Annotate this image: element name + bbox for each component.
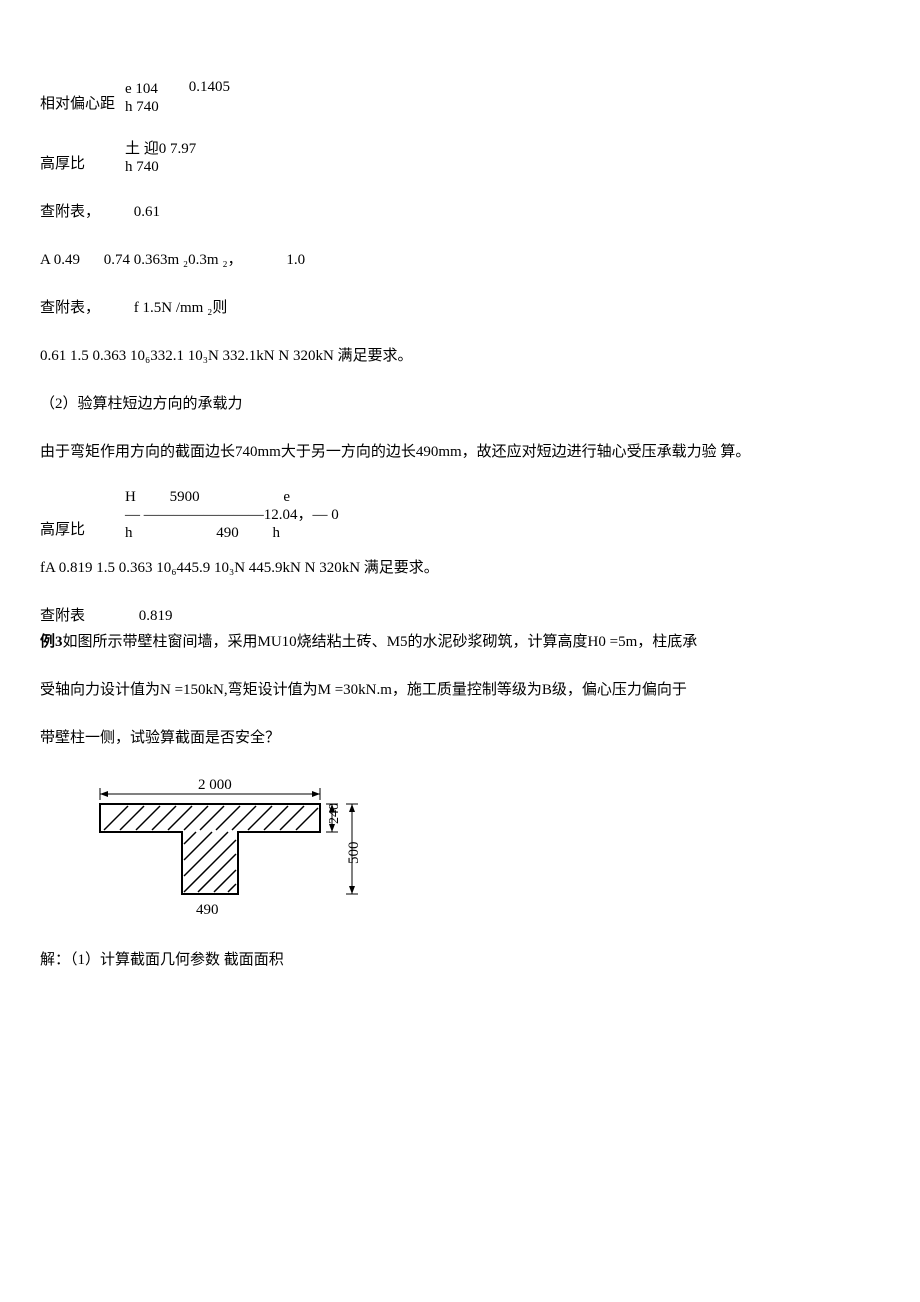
example-3-rest: 如图所示带壁柱窗间墙，采用MU10烧结粘土砖、M5的水泥砂浆砌筑，计算高度H0 … xyxy=(63,634,698,650)
example-3-line-2: 受轴向力设计值为N =150kN,弯矩设计值为M =30kN.m，施工质量控制等… xyxy=(40,678,880,702)
height-thickness-label-2: 高厚比 xyxy=(40,518,85,542)
frac-bot-h: h xyxy=(125,525,133,541)
lookup-label-2: 查附表， xyxy=(40,300,100,316)
section-2-desc: 由于弯矩作用方向的截面边长740mm大于另一方向的边长490mm，故还应对短边进… xyxy=(40,440,880,464)
dim-240: 240 xyxy=(327,803,342,824)
example-3-bold: 例3 xyxy=(40,634,63,650)
frac-bot: h 740 xyxy=(125,158,196,176)
frac-top-e: e xyxy=(283,489,290,505)
frac-bot-num: 490 xyxy=(216,525,239,541)
example-3-line-1: 例3如图所示带壁柱窗间墙，采用MU10烧结粘土砖、M5的水泥砂浆砌筑，计算高度H… xyxy=(40,630,880,654)
frac-bot-e: h xyxy=(273,525,281,541)
lookup-table-2-row: 查附表， f 1.5N /mm ₂则 xyxy=(40,296,880,320)
frac-bot: h 740 xyxy=(125,98,159,116)
frac-bot-2: h 490 h xyxy=(125,524,339,542)
lookup-value-2: f 1.5N /mm ₂则 xyxy=(134,300,228,316)
relative-eccentricity-label: 相对偏心距 xyxy=(40,92,115,116)
frac-top-num: 5900 xyxy=(170,489,200,505)
calc-result-1: 0.61 1.5 0.363 10₆332.1 10₃N 332.1kN N 3… xyxy=(40,344,880,368)
calc-result-2: fA 0.819 1.5 0.363 10₆445.9 10₃N 445.9kN… xyxy=(40,556,880,580)
lookup-table-3-row: 查附表 0.819 xyxy=(40,604,880,628)
frac-top: 土 迎0 7.97 xyxy=(125,140,196,158)
relative-eccentricity-row: 相对偏心距 e 104 h 740 0.1405 xyxy=(40,80,880,116)
dim-top: 2 000 xyxy=(198,777,232,793)
area-a: A 0.49 xyxy=(40,252,80,268)
t-section-diagram: 2 000 xyxy=(70,774,880,942)
frac-top-H: H xyxy=(125,489,136,505)
height-thickness-frac: 土 迎0 7.97 h 740 xyxy=(125,140,196,176)
lookup-value-3: 0.819 xyxy=(139,608,173,624)
height-thickness-ratio-row: 高厚比 土 迎0 7.97 h 740 xyxy=(40,140,880,176)
area-c: 1.0 xyxy=(286,252,305,268)
area-calc-row: A 0.49 0.74 0.363m ₂0.3m ₂， 1.0 xyxy=(40,248,880,272)
lookup-value: 0.61 xyxy=(134,204,160,220)
area-b: 0.74 0.363m ₂0.3m ₂， xyxy=(104,252,243,268)
section-2-heading: （2）验算柱短边方向的承载力 xyxy=(40,392,880,416)
relative-eccentricity-frac: e 104 h 740 xyxy=(125,80,159,116)
height-thickness-label: 高厚比 xyxy=(40,152,85,176)
lookup-label-3: 查附表 xyxy=(40,608,85,624)
example-3-line-3: 带壁柱一侧，试验算截面是否安全？ xyxy=(40,726,880,750)
dim-500: 500 xyxy=(346,842,362,865)
lookup-label: 查附表， xyxy=(40,204,100,220)
frac-top: e 104 xyxy=(125,80,159,98)
frac-mid-2: — ————————12.04，— 0 xyxy=(125,506,339,524)
solution-line: 解：（1）计算截面几何参数 截面面积 xyxy=(40,948,880,972)
t-section-svg: 2 000 xyxy=(70,774,390,934)
height-thickness-ratio-2-row: 高厚比 H 5900 e — ————————12.04，— 0 h 490 h xyxy=(40,488,880,542)
dim-490: 490 xyxy=(196,902,219,918)
relative-eccentricity-result: 0.1405 xyxy=(189,78,230,96)
lookup-table-1-row: 查附表， 0.61 xyxy=(40,200,880,224)
height-thickness-frac-2: H 5900 e — ————————12.04，— 0 h 490 h xyxy=(125,488,339,542)
frac-top-2: H 5900 e xyxy=(125,488,339,506)
